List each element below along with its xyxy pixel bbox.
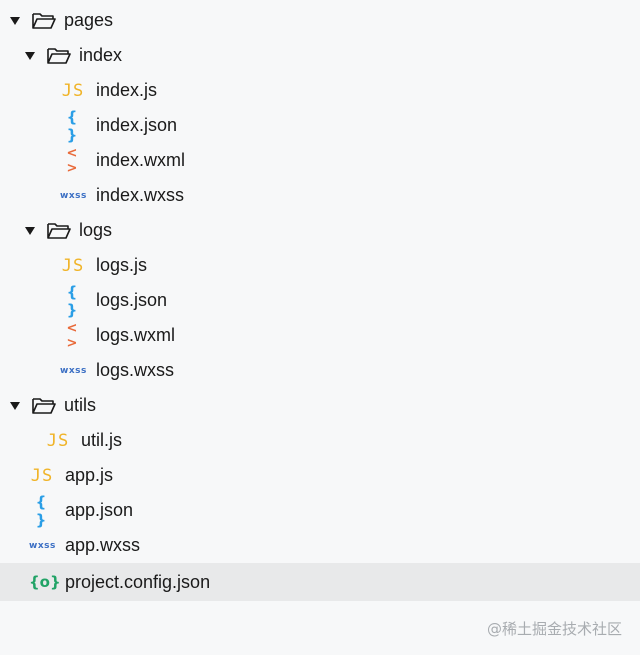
tree-file-index-json[interactable]: { } index.json	[0, 107, 640, 144]
js-file-icon: JS	[46, 430, 70, 451]
caret-down-icon[interactable]	[10, 16, 20, 25]
tree-folder-label: utils	[64, 395, 97, 415]
caret-down-icon[interactable]	[25, 226, 35, 235]
config-file-icon: {o}	[29, 573, 61, 591]
folder-open-icon	[47, 47, 71, 64]
tree-file-label: util.js	[81, 430, 123, 450]
wxml-file-icon: < >	[66, 320, 80, 351]
tree-folder-logs[interactable]: logs	[0, 213, 640, 248]
tree-file-index-js[interactable]: JS index.js	[0, 73, 640, 108]
tree-file-index-wxml[interactable]: < > index.wxml	[0, 143, 640, 178]
tree-file-app-js[interactable]: JS app.js	[0, 458, 640, 493]
tree-file-logs-wxss[interactable]: wxss logs.wxss	[0, 353, 640, 388]
json-file-icon: { }	[35, 492, 49, 529]
wxss-file-icon: wxss	[60, 365, 87, 376]
tree-file-label: logs.wxss	[96, 360, 175, 380]
tree-file-logs-json[interactable]: { } logs.json	[0, 282, 640, 319]
tree-folder-pages[interactable]: pages	[0, 3, 640, 38]
folder-open-icon	[47, 222, 71, 239]
tree-file-index-wxss[interactable]: wxss index.wxss	[0, 178, 640, 213]
tree-folder-utils[interactable]: utils	[0, 388, 640, 423]
folder-open-icon	[32, 12, 56, 29]
tree-file-app-wxss[interactable]: wxss app.wxss	[0, 528, 640, 563]
folder-open-icon	[32, 397, 56, 414]
wxml-file-icon: < >	[66, 145, 80, 176]
tree-folder-index[interactable]: index	[0, 38, 640, 73]
tree-file-project-config[interactable]: {o} project.config.json	[0, 563, 640, 601]
js-file-icon: JS	[61, 255, 85, 276]
tree-file-label: logs.json	[96, 290, 168, 310]
js-file-icon: JS	[30, 465, 54, 486]
tree-folder-label: index	[79, 45, 123, 65]
tree-file-label: app.wxss	[65, 535, 141, 555]
watermark: @稀土掘金技术社区	[486, 620, 622, 638]
tree-file-label: logs.wxml	[96, 325, 176, 345]
caret-down-icon[interactable]	[25, 51, 35, 60]
json-file-icon: { }	[66, 107, 80, 144]
tree-folder-label: pages	[64, 10, 114, 30]
wxss-file-icon: wxss	[60, 190, 87, 201]
tree-file-label: project.config.json	[65, 571, 211, 592]
tree-file-label: index.wxss	[96, 185, 185, 205]
tree-file-util-js[interactable]: JS util.js	[0, 423, 640, 458]
tree-folder-label: logs	[79, 220, 113, 240]
tree-file-logs-wxml[interactable]: < > logs.wxml	[0, 318, 640, 353]
tree-file-label: index.wxml	[96, 150, 186, 170]
file-tree: pages index JS index.js { } index.json <…	[0, 3, 640, 601]
tree-file-logs-js[interactable]: JS logs.js	[0, 248, 640, 283]
tree-file-label: app.json	[65, 500, 134, 520]
wxss-file-icon: wxss	[29, 540, 56, 551]
caret-down-icon[interactable]	[10, 401, 20, 410]
tree-file-app-json[interactable]: { } app.json	[0, 492, 640, 529]
tree-file-label: logs.js	[96, 255, 148, 275]
tree-file-label: index.json	[96, 115, 178, 135]
js-file-icon: JS	[61, 80, 85, 101]
json-file-icon: { }	[66, 282, 80, 319]
tree-file-label: index.js	[96, 80, 158, 100]
tree-file-label: app.js	[65, 465, 114, 485]
